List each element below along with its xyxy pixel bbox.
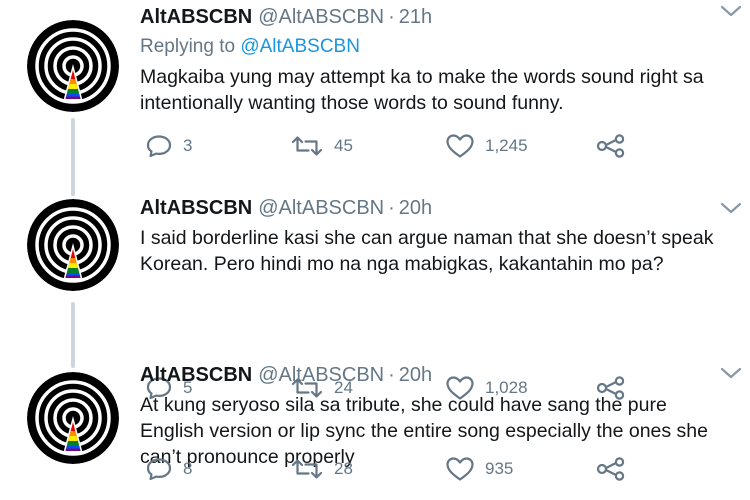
author-handle[interactable]: @AltABSCBN	[258, 362, 384, 388]
retweet-button[interactable]: 28	[290, 458, 353, 480]
tweet-header: AltABSCBN @AltABSCBN · 20h	[140, 362, 730, 388]
reply-count: 8	[183, 459, 193, 478]
heart-icon	[446, 134, 474, 158]
share-button[interactable]	[596, 134, 626, 158]
author-name[interactable]: AltABSCBN	[140, 195, 252, 221]
tweet-text: Magkaiba yung may attempt ka to make the…	[140, 66, 704, 114]
tweet[interactable]: AltABSCBN @AltABSCBN · 21h Replying to @…	[0, 0, 750, 175]
avatar[interactable]	[27, 199, 119, 291]
retweet-count: 28	[334, 459, 353, 478]
tweet[interactable]: AltABSCBN @AltABSCBN · 20h I said border…	[0, 185, 750, 345]
tweet-body: AltABSCBN @AltABSCBN · 21h Replying to @…	[140, 4, 730, 116]
author-name[interactable]: AltABSCBN	[140, 4, 252, 30]
share-button[interactable]	[596, 457, 626, 481]
like-count: 935	[485, 459, 514, 478]
author-name[interactable]: AltABSCBN	[140, 362, 252, 388]
timestamp[interactable]: 20h	[399, 195, 432, 221]
tweet[interactable]: AltABSCBN @AltABSCBN · 20h At kung seryo…	[0, 350, 750, 500]
avatar[interactable]	[27, 20, 119, 112]
heart-icon	[446, 457, 474, 481]
chevron-down-icon[interactable]	[720, 201, 742, 215]
replying-to: Replying to @AltABSCBN	[140, 34, 730, 60]
speech-bubble-icon	[146, 458, 172, 481]
replying-to-label: Replying to	[140, 36, 236, 57]
tweet-body: AltABSCBN @AltABSCBN · 20h At kung seryo…	[140, 362, 730, 470]
chevron-down-icon[interactable]	[720, 366, 742, 380]
tweet-text: I said borderline kasi she can argue nam…	[140, 227, 714, 275]
like-button[interactable]: 935	[445, 456, 513, 482]
replying-to-mention[interactable]: @AltABSCBN	[240, 36, 360, 57]
retweet-count: 45	[334, 136, 353, 155]
reply-button[interactable]: 8	[145, 457, 192, 481]
reply-count: 3	[183, 136, 193, 155]
chevron-down-icon[interactable]	[720, 4, 742, 18]
author-handle[interactable]: @AltABSCBN	[258, 195, 384, 221]
reply-button[interactable]: 3	[145, 134, 192, 158]
speech-bubble-icon	[146, 135, 172, 158]
retweet-button[interactable]: 45	[290, 135, 353, 157]
separator: ·	[388, 6, 395, 28]
author-handle[interactable]: @AltABSCBN	[258, 4, 384, 30]
separator: ·	[388, 197, 395, 219]
avatar[interactable]	[27, 372, 119, 464]
tweet-header: AltABSCBN @AltABSCBN · 20h	[140, 195, 730, 221]
like-count: 1,245	[485, 136, 528, 155]
tweet-header: AltABSCBN @AltABSCBN · 21h	[140, 4, 730, 30]
share-nodes-icon	[596, 457, 625, 481]
timestamp[interactable]: 20h	[399, 362, 432, 388]
like-button[interactable]: 1,245	[445, 133, 528, 159]
timestamp[interactable]: 21h	[399, 4, 432, 30]
tweet-body: AltABSCBN @AltABSCBN · 20h I said border…	[140, 195, 730, 277]
retweet-arrows-icon	[291, 459, 323, 479]
separator: ·	[388, 364, 395, 386]
retweet-arrows-icon	[291, 136, 323, 156]
tweet-text: At kung seryoso sila sa tribute, she cou…	[140, 394, 708, 468]
share-nodes-icon	[596, 134, 625, 158]
